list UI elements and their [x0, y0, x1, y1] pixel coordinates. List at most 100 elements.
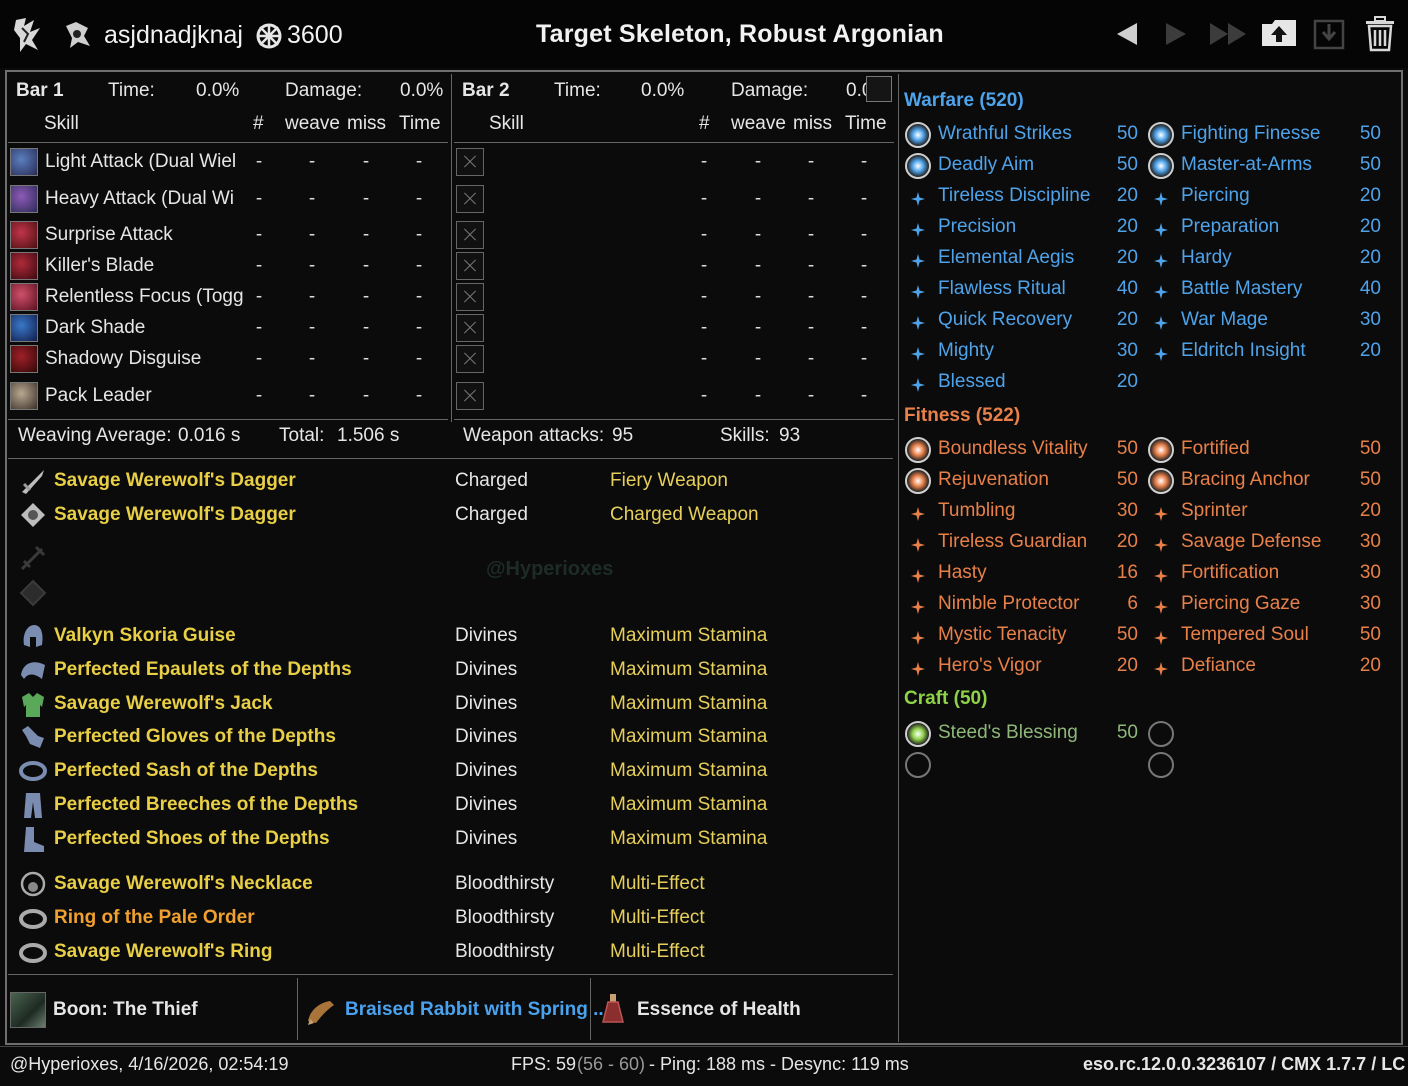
bar2-expand-icon[interactable]	[866, 76, 892, 102]
empty-star-slot-icon[interactable]	[905, 752, 931, 778]
empty-skill-slot-icon	[456, 283, 484, 311]
bar2-skill-stat: -	[860, 151, 868, 172]
slotted-star-icon[interactable]	[1148, 437, 1174, 463]
bar1-skill-name: Surprise Attack	[45, 224, 173, 245]
gear-item-trait: Divines	[455, 794, 518, 815]
champion-star-points: 20	[1359, 340, 1381, 361]
bar2-skill-stat: -	[860, 224, 868, 245]
bar2-skill-stat: -	[860, 348, 868, 369]
empty-star-slot-icon[interactable]	[1148, 752, 1174, 778]
bar1-skill-miss: -	[362, 188, 370, 209]
bar1-skill-count: -	[255, 255, 263, 276]
upload-icon[interactable]	[1260, 16, 1298, 48]
champion-points-icon	[256, 23, 282, 49]
bar2-skill-stat: -	[754, 286, 762, 307]
star-icon	[1154, 629, 1168, 645]
previous-fight-icon[interactable]	[1113, 20, 1141, 48]
food-label: Braised Rabbit with Spring ...	[345, 999, 609, 1020]
bar1-skill-miss: -	[362, 317, 370, 338]
champion-star-points: 50	[1116, 154, 1138, 175]
bar1-damage-value: 0.0%	[400, 80, 444, 101]
slotted-star-icon[interactable]	[905, 122, 931, 148]
star-icon	[1154, 345, 1168, 361]
empty-skill-slot-icon	[456, 148, 484, 176]
slotted-star-icon[interactable]	[1148, 122, 1174, 148]
bar1-skill-name: Pack Leader	[45, 385, 152, 406]
slotted-star-icon[interactable]	[905, 721, 931, 747]
champion-star-name: Boundless Vitality	[938, 438, 1088, 459]
bar2-skill-stat: -	[700, 385, 708, 406]
backbar-offhand-slot-icon	[19, 579, 47, 607]
save-fight-icon[interactable]	[1312, 18, 1346, 50]
champion-star-name: Mystic Tenacity	[938, 624, 1067, 645]
champion-star-points: 50	[1116, 438, 1138, 459]
watermark: @Hyperioxes	[486, 558, 614, 580]
gear-item-name: Perfected Sash of the Depths	[54, 760, 318, 781]
bar2-skill-stat: -	[754, 255, 762, 276]
skill-icon	[10, 221, 38, 249]
weapon-attacks-label: Weapon attacks:	[463, 425, 605, 446]
gear-item-enchant: Maximum Stamina	[610, 625, 768, 646]
total-label: Total:	[279, 425, 325, 446]
champion-star-points: 20	[1116, 655, 1138, 676]
champion-panel-divider	[898, 74, 899, 1042]
belt-icon	[18, 756, 48, 786]
champion-star-points: 50	[1359, 154, 1381, 175]
dagger-icon	[18, 500, 48, 530]
slotted-star-icon[interactable]	[905, 437, 931, 463]
empty-skill-slot-icon	[456, 314, 484, 342]
gear-item-trait: Divines	[455, 726, 518, 747]
bar1-col-skill: Skill	[44, 113, 79, 134]
footer-version: eso.rc.12.0.0.3236107 / CMX 1.7.7 / LC 8…	[1083, 1054, 1408, 1074]
champion-star-points: 50	[1359, 624, 1381, 645]
slotted-star-icon[interactable]	[1148, 468, 1174, 494]
gear-item-trait: Bloodthirsty	[455, 941, 555, 962]
bar1-skill-miss: -	[362, 385, 370, 406]
bar2-skill-stat: -	[807, 224, 815, 245]
slotted-star-icon[interactable]	[1148, 153, 1174, 179]
champion-star-name: Mighty	[938, 340, 994, 361]
bar2-skill-stat: -	[860, 255, 868, 276]
star-icon	[911, 505, 925, 521]
consumable-divider-1	[297, 978, 298, 1040]
champion-star-points: 6	[1127, 593, 1138, 614]
header-bar: asjdnadjknaj 3600 Target Skeleton, Robus…	[0, 0, 1408, 68]
potion-label: Essence of Health	[637, 999, 801, 1020]
bar1-damage-label: Damage:	[285, 80, 363, 101]
next-fight-icon[interactable]	[1162, 20, 1190, 48]
bar2-time-value: 0.0%	[641, 80, 685, 101]
bar1-skill-time: -	[415, 317, 423, 338]
star-icon	[1154, 536, 1168, 552]
ring-icon	[18, 937, 48, 967]
star-icon	[911, 283, 925, 299]
bar1-skill-weave: -	[308, 224, 316, 245]
champion-points-value: 3600	[287, 21, 343, 49]
gear-item-name: Savage Werewolf's Ring	[54, 941, 273, 962]
footer-divider	[0, 1046, 1408, 1047]
slotted-star-icon[interactable]	[905, 153, 931, 179]
stats-divider	[8, 458, 893, 459]
last-fight-icon[interactable]	[1208, 20, 1248, 48]
slotted-star-icon[interactable]	[905, 468, 931, 494]
bar2-skill-stat: -	[807, 188, 815, 209]
bar1-skill-name: Heavy Attack (Dual Wi	[45, 188, 234, 209]
gear-item-enchant: Maximum Stamina	[610, 693, 768, 714]
star-icon	[911, 252, 925, 268]
bar1-skill-miss: -	[362, 286, 370, 307]
food-icon	[308, 1001, 334, 1025]
champion-star-name: Piercing Gaze	[1181, 593, 1301, 614]
delete-fight-icon[interactable]	[1364, 16, 1396, 52]
champion-star-points: 50	[1359, 438, 1381, 459]
empty-star-slot-icon[interactable]	[1148, 721, 1174, 747]
star-icon	[911, 376, 925, 392]
champion-star-name: War Mage	[1181, 309, 1268, 330]
champion-star-name: Preparation	[1181, 216, 1280, 237]
shoulders-icon	[18, 655, 48, 685]
bar1-skill-weave: -	[308, 348, 316, 369]
bar2-skill-stat: -	[860, 286, 868, 307]
champion-star-points: 50	[1116, 722, 1138, 743]
ring-icon	[18, 903, 48, 933]
star-icon	[1154, 190, 1168, 206]
skill-icon	[10, 382, 38, 410]
gear-item-name: Ring of the Pale Order	[54, 907, 255, 928]
